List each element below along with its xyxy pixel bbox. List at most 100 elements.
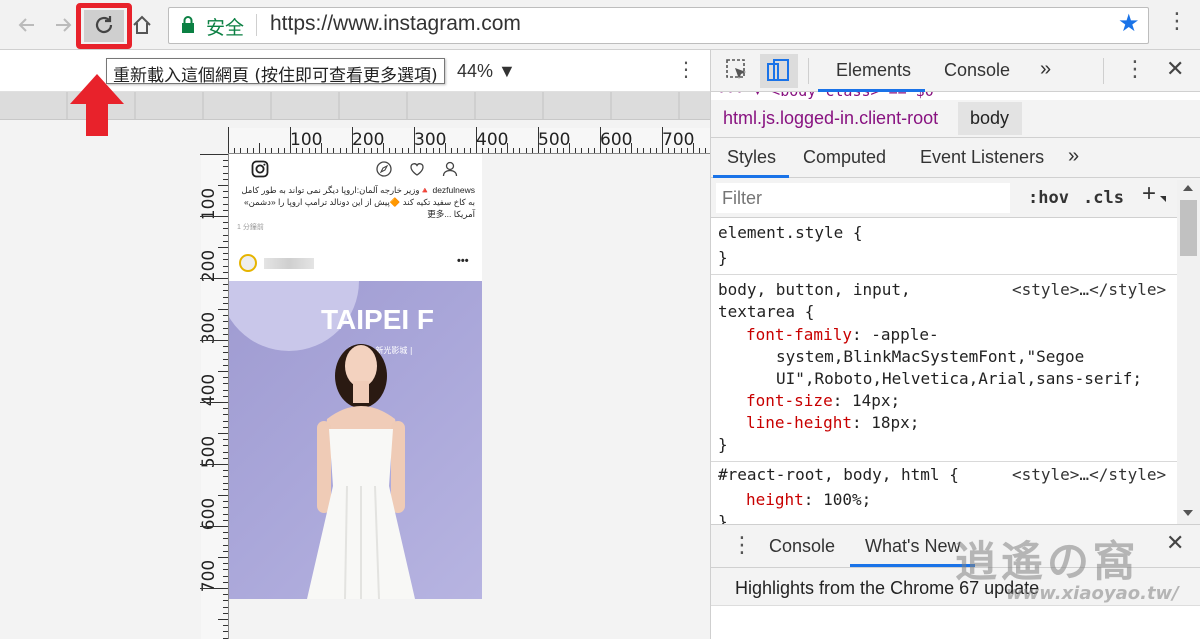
rule-separator [711, 461, 1177, 462]
horizontal-ruler: 100 200 300 400 500 600 700 [228, 127, 725, 154]
compass-icon[interactable] [375, 160, 393, 178]
ruler-tick [600, 127, 601, 153]
zoom-select[interactable]: 44% ▼ [457, 61, 516, 82]
ruler-tick [290, 127, 291, 153]
avatar[interactable] [239, 254, 257, 272]
ruler-tick [218, 309, 228, 310]
rule-source-link[interactable]: <style>…</style> [1012, 279, 1166, 301]
ruler-tick [223, 389, 228, 391]
drawer-close-icon[interactable]: ✕ [1166, 532, 1184, 554]
ruler-tick [494, 148, 496, 153]
drawer-tab-console[interactable]: Console [769, 536, 835, 557]
ruler-tick [223, 637, 228, 639]
devtools-menu-icon[interactable]: ⋮ [1124, 58, 1146, 80]
ruler-tick [223, 470, 228, 472]
ruler-tick [339, 148, 341, 153]
ruler-tick [223, 426, 228, 428]
ruler-tick [228, 127, 229, 153]
styles-filter-input[interactable] [716, 183, 1010, 213]
drawer-menu-icon[interactable]: ⋮ [731, 534, 753, 556]
rule-selector[interactable]: #react-root, body, html { [718, 464, 959, 486]
ruler-tick [223, 321, 228, 323]
new-style-rule-button[interactable]: + [1142, 182, 1156, 206]
ruler-label: 200 [352, 130, 385, 150]
heart-icon[interactable] [408, 160, 426, 178]
ruler-tick [223, 550, 228, 552]
ruler-tick [401, 148, 403, 153]
ruler-tick [223, 544, 228, 546]
ruler-tick [223, 358, 228, 360]
hov-toggle[interactable]: :hov [1028, 188, 1069, 208]
rule-selector[interactable]: body, button, input, [718, 279, 911, 301]
tab-styles[interactable]: Styles [727, 147, 776, 168]
ruler-tick [693, 143, 694, 153]
rule-selector[interactable]: textarea { [718, 301, 814, 323]
ruler-tick [345, 148, 347, 153]
breadcrumb-item-html[interactable]: html.js.logged-in.client-root [723, 108, 938, 129]
ruler-tick [308, 148, 310, 153]
scroll-down-icon[interactable] [1183, 510, 1193, 516]
tab-console[interactable]: Console [944, 60, 1010, 81]
more-subtabs-icon[interactable]: » [1068, 145, 1079, 168]
css-declaration[interactable]: line-height: 18px; [746, 412, 919, 434]
home-button[interactable] [125, 8, 159, 42]
scroll-up-icon[interactable] [1183, 185, 1193, 191]
ruler-tick [223, 203, 228, 205]
drawer-tab-whats-new[interactable]: What's New [865, 536, 960, 557]
device-toolbar-menu-icon[interactable]: ⋮ [676, 60, 696, 80]
more-tabs-icon[interactable]: » [1040, 58, 1051, 81]
reload-tooltip: 重新載入這個網頁 (按住即可查看更多選項) [106, 58, 445, 86]
ruler-tick [482, 148, 484, 153]
ruler-tick [218, 495, 228, 496]
inspect-element-icon[interactable] [725, 58, 749, 82]
url-text[interactable]: https://www.instagram.com [270, 12, 521, 36]
ruler-tick [544, 148, 546, 153]
scrollbar-thumb[interactable] [1180, 200, 1197, 256]
ruler-tick [223, 240, 228, 242]
forward-button[interactable] [46, 8, 80, 42]
ruler-tick [612, 148, 614, 153]
ruler-tick [218, 247, 228, 248]
cls-toggle[interactable]: .cls [1083, 188, 1124, 208]
ruler-tick [223, 228, 228, 230]
ruler-tick [631, 143, 632, 153]
breadcrumb-item-body[interactable]: body [970, 108, 1009, 129]
css-declaration[interactable]: height: 100%; [746, 489, 871, 511]
watermark-logo: 逍遙の窩 [955, 537, 1140, 586]
profile-icon[interactable] [441, 160, 459, 178]
rule-selector[interactable]: element.style { [718, 222, 863, 244]
toolbar-separator [808, 58, 809, 84]
css-property-value: -apple- [871, 325, 939, 344]
ruler-tick [252, 148, 254, 153]
tab-event-listeners[interactable]: Event Listeners [920, 147, 1044, 168]
ruler-tick [223, 259, 228, 261]
ruler-tick [624, 148, 626, 153]
css-declaration[interactable]: font-family: -apple- [746, 324, 939, 346]
ruler-tick [200, 588, 228, 589]
ruler-tick [223, 631, 228, 633]
ruler-tick [200, 526, 228, 527]
tab-computed[interactable]: Computed [803, 147, 886, 168]
post-options-icon[interactable]: ••• [457, 255, 469, 267]
ruler-tick [200, 154, 228, 155]
toolbar-separator [1103, 58, 1104, 84]
back-button[interactable] [10, 8, 44, 42]
ruler-tick [451, 148, 453, 153]
ruler-tick [302, 148, 304, 153]
watermark-url: www.xiaoyao.tw/ [1006, 583, 1179, 604]
css-declaration[interactable]: font-size: 14px; [746, 390, 900, 412]
device-toolbar-toggle-icon[interactable] [766, 58, 792, 84]
rule-source-link[interactable]: <style>…</style> [1012, 464, 1166, 486]
ruler-tick [200, 464, 228, 465]
ruler-tick [376, 148, 378, 153]
bookmark-star-icon[interactable]: ★ [1118, 12, 1140, 36]
chrome-menu-icon[interactable]: ⋮ [1166, 10, 1188, 32]
ruler-tick [223, 395, 228, 397]
ruler-tick [686, 148, 688, 153]
instagram-logo-icon[interactable] [251, 160, 269, 178]
ruler-tick [587, 148, 589, 153]
tab-elements[interactable]: Elements [836, 60, 911, 81]
devtools-close-icon[interactable]: ✕ [1166, 58, 1184, 80]
ruler-tick [680, 148, 682, 153]
ruler-tick [223, 178, 228, 180]
